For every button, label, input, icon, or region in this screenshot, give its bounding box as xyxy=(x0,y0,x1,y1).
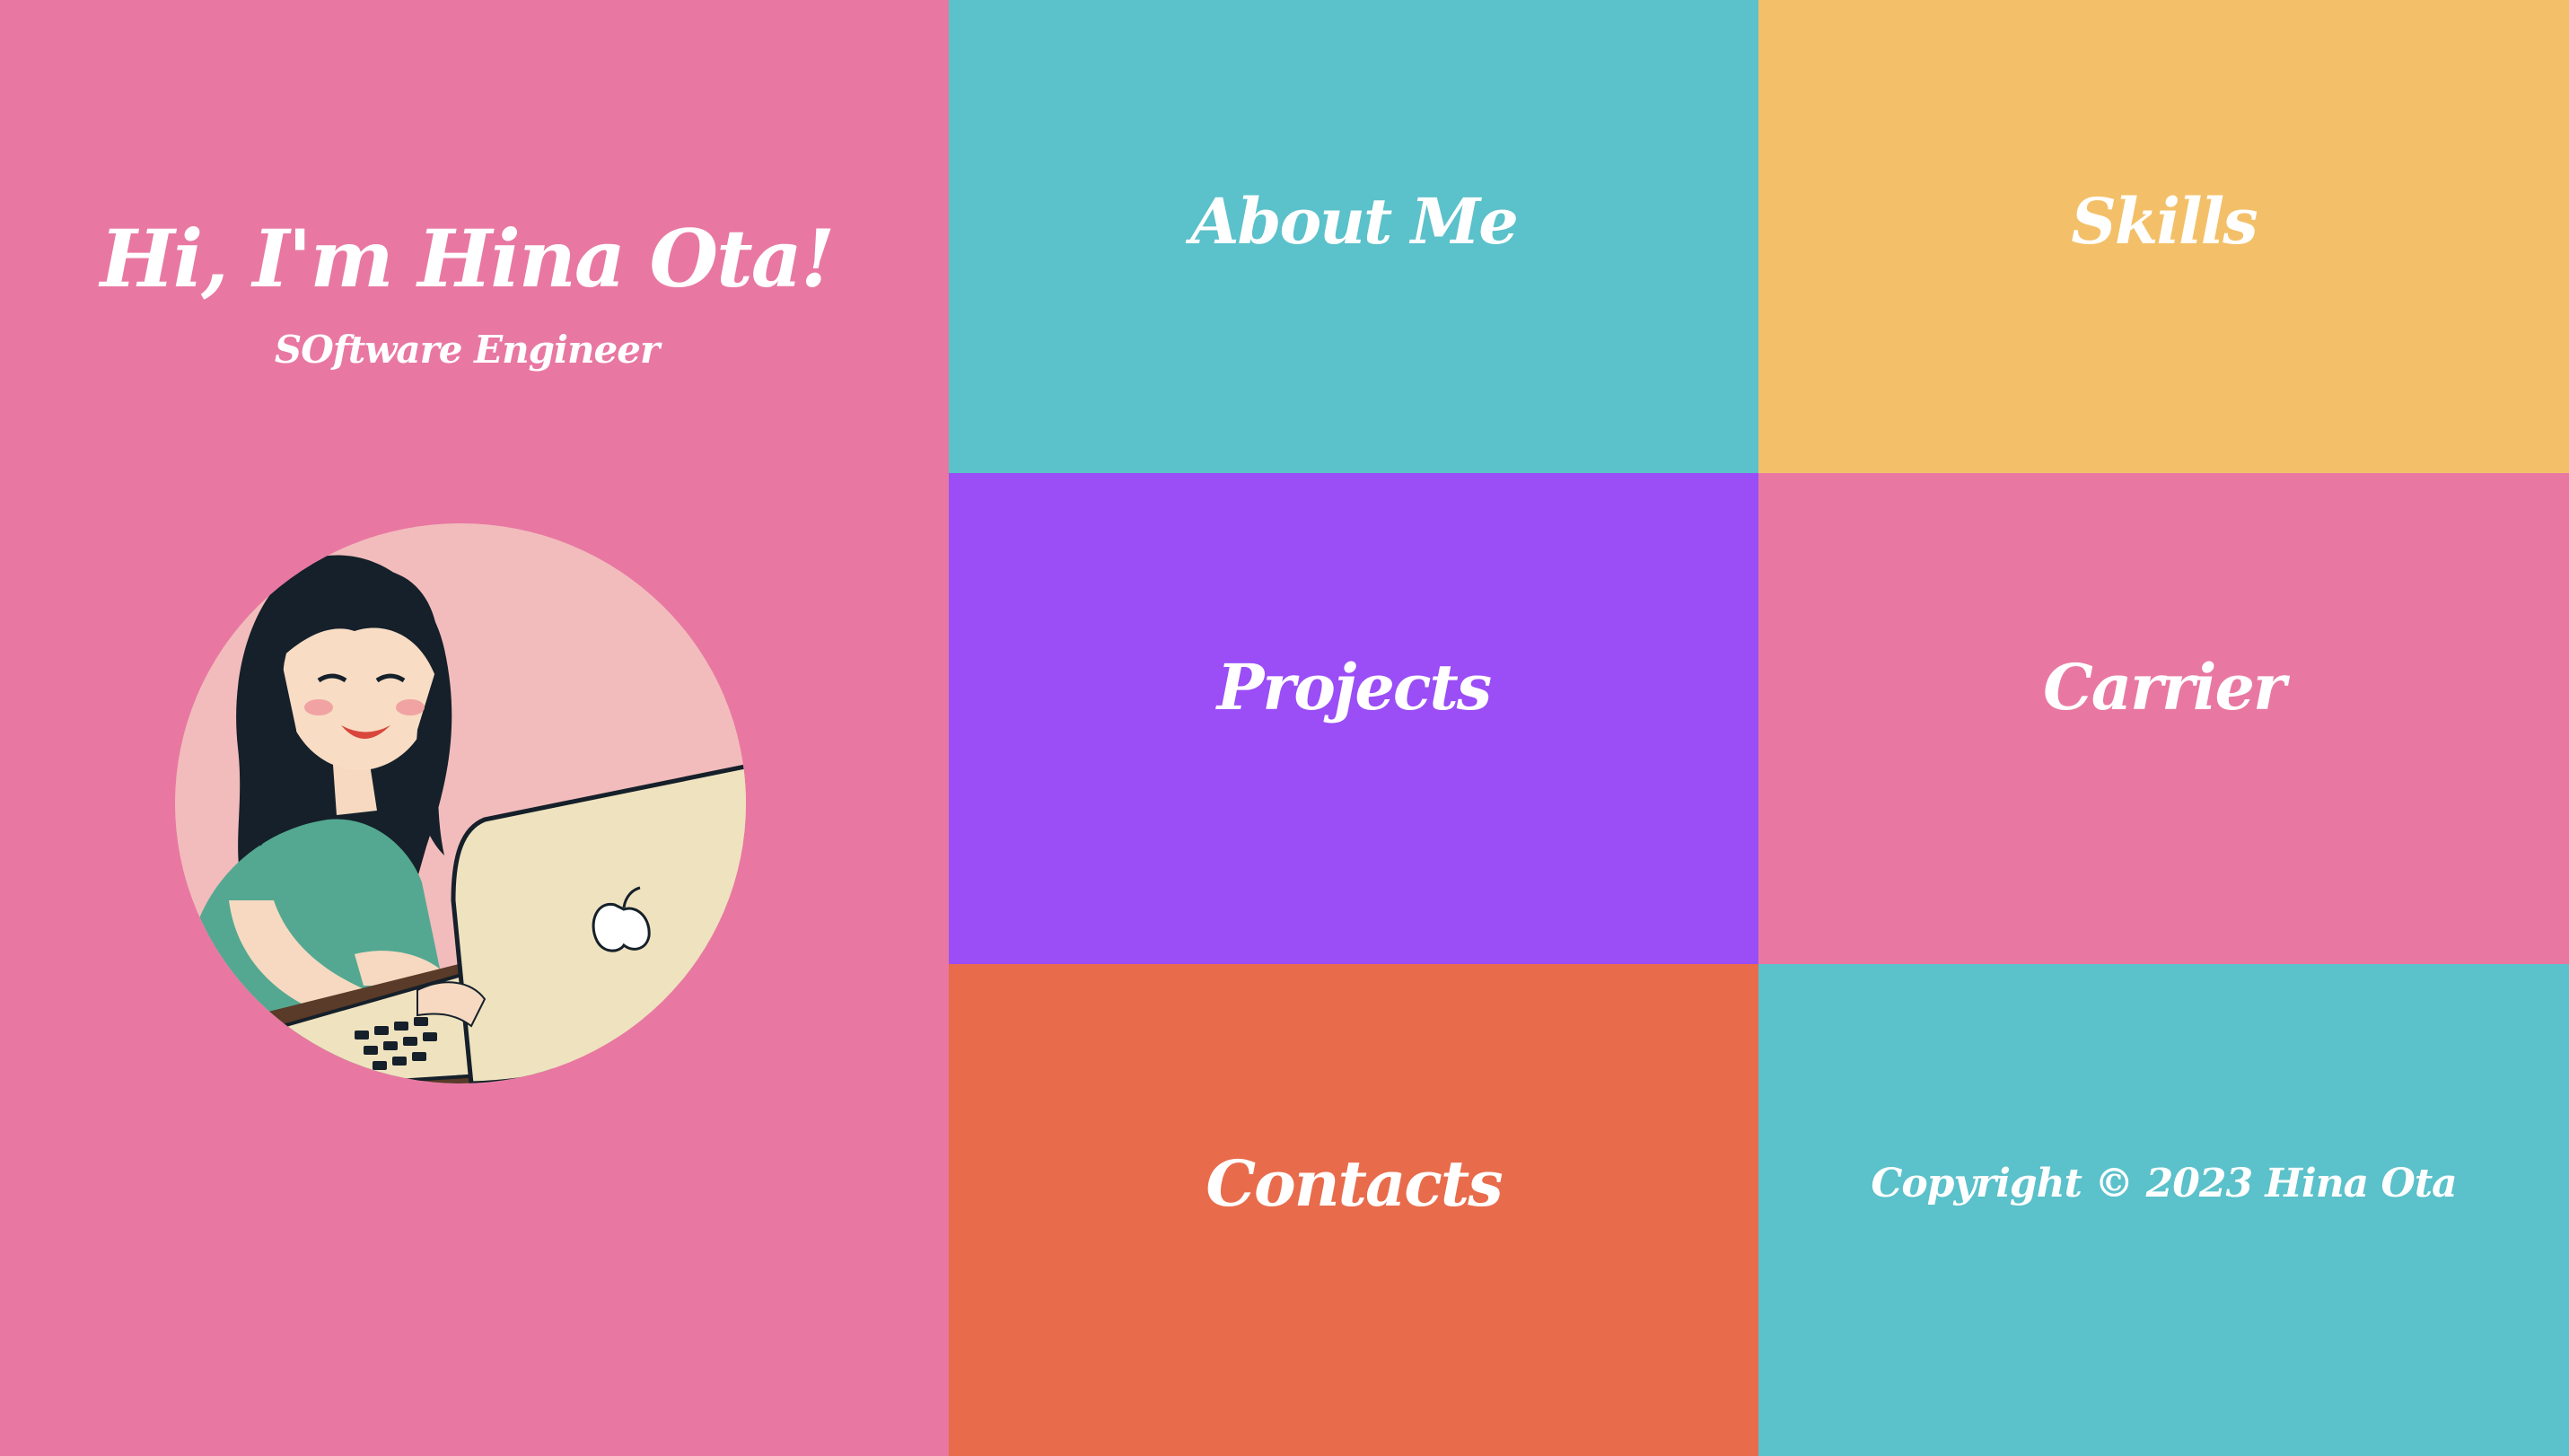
nav-tile-about[interactable]: About Me xyxy=(949,0,1758,473)
nav-label-about: About Me xyxy=(1190,184,1519,259)
avatar xyxy=(175,523,746,1083)
hero-panel: Hi, I'm Hina Ota! SOftware Engineer xyxy=(0,0,949,1456)
nav-tile-contacts[interactable]: Contacts xyxy=(949,964,1758,1456)
footer-tile: Copyright © 2023 Hina Ota xyxy=(1758,964,2569,1456)
nav-tile-skills[interactable]: Skills xyxy=(1758,0,2569,473)
nav-label-carrier: Carrier xyxy=(2043,650,2286,724)
hero-subtitle: SOftware Engineer xyxy=(274,328,660,372)
nav-label-projects: Projects xyxy=(1216,650,1492,724)
nav-label-contacts: Contacts xyxy=(1206,1145,1503,1221)
nav-label-skills: Skills xyxy=(2071,184,2258,259)
copyright-text: Copyright © 2023 Hina Ota xyxy=(1871,1160,2457,1206)
portfolio-page: Hi, I'm Hina Ota! SOftware Engineer Abou… xyxy=(0,0,2569,1456)
hero-title: Hi, I'm Hina Ota! xyxy=(100,212,836,305)
nav-tile-projects[interactable]: Projects xyxy=(949,473,1758,964)
nav-tile-carrier[interactable]: Carrier xyxy=(1758,473,2569,964)
